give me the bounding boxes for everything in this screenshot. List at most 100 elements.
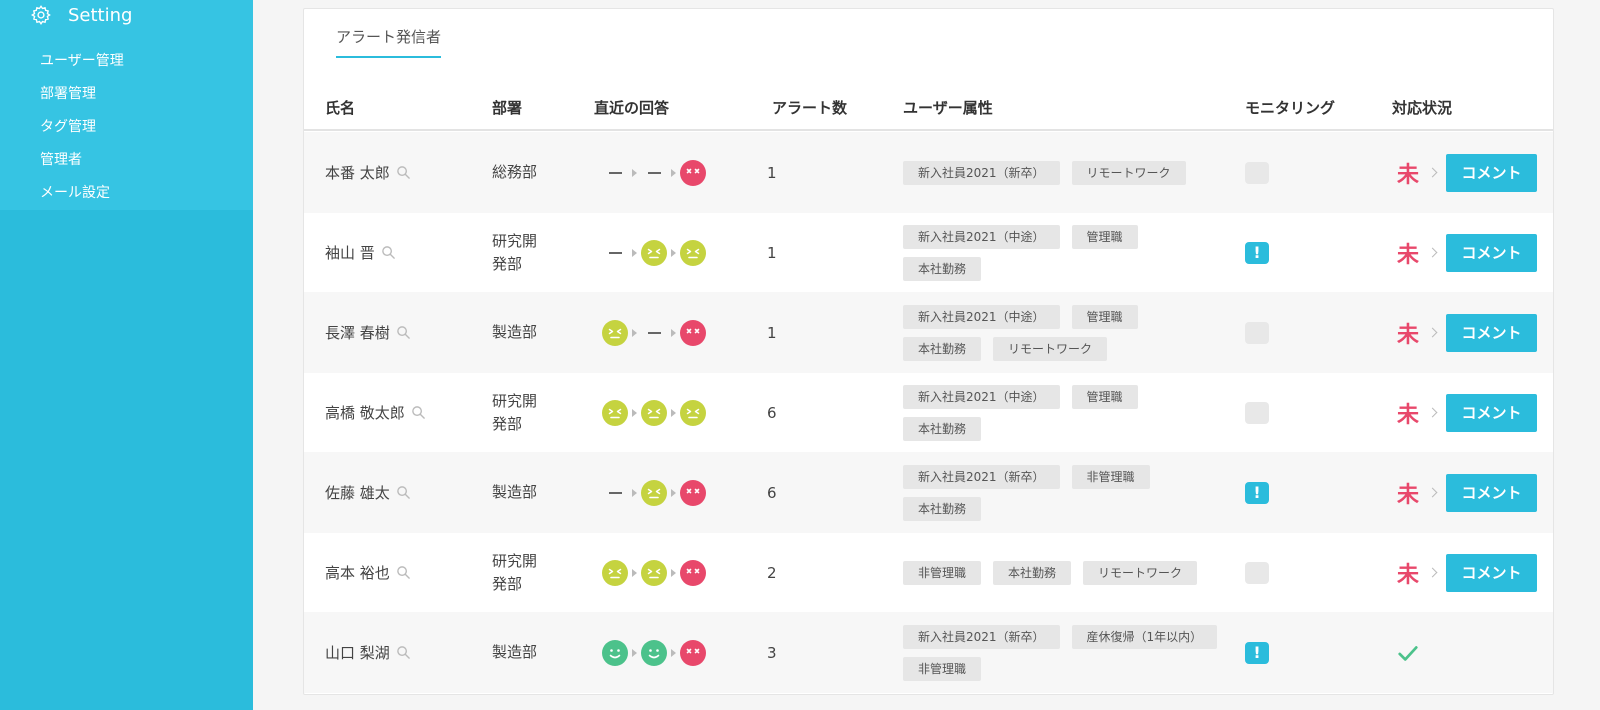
user-name[interactable]: 高本 裕也 (325, 562, 390, 583)
sidebar-item-departments[interactable]: 部署管理 (40, 82, 253, 115)
comment-button[interactable]: コメント (1446, 313, 1538, 352)
user-name[interactable]: 山口 梨湖 (325, 642, 390, 663)
table-row: 高本 裕也 研究開 発部 2 非管理職 本社勤務 リモートワーク 未コメント (304, 532, 1553, 613)
monitoring-checkbox[interactable] (1245, 321, 1269, 344)
name-cell: 長澤 春樹 (325, 292, 411, 373)
alert-count-cell: 3 (767, 612, 777, 693)
search-icon[interactable] (411, 405, 426, 420)
arrow-right-icon (671, 568, 676, 577)
user-name[interactable]: 佐藤 雄太 (325, 482, 390, 503)
chevron-right-icon (1427, 167, 1438, 178)
dept-cell: 製造部 (492, 612, 562, 693)
status-pending-mark: 未 (1397, 402, 1420, 428)
meh-face-icon (602, 399, 628, 426)
monitoring-checkbox[interactable] (1245, 561, 1269, 584)
search-icon[interactable] (381, 245, 396, 260)
monitoring-checkbox[interactable] (1245, 161, 1269, 184)
monitoring-checkbox[interactable] (1245, 401, 1269, 424)
status-cell: 未コメント (1397, 292, 1538, 373)
exclamation-icon[interactable]: ! (1245, 641, 1269, 664)
comment-button[interactable]: コメント (1446, 473, 1538, 512)
alert-count-cell: 1 (767, 132, 777, 213)
table-header: 氏名 部署 直近の回答 アラート数 ユーザー属性 モニタリング 対応状況 (304, 79, 1553, 131)
dept-cell: 製造部 (492, 292, 562, 373)
arrow-right-icon (671, 408, 676, 417)
arrow-right-icon (671, 168, 676, 177)
name-cell: 高橋 敬太郎 (325, 372, 426, 453)
sidebar-item-mail-settings[interactable]: メール設定 (40, 181, 253, 214)
user-attribute-tag: 新入社員2021（中途） (903, 384, 1060, 409)
sidebar-setting-header[interactable]: Setting (0, 0, 253, 30)
user-attribute-tag: 新入社員2021（中途） (903, 304, 1060, 329)
status-pending-mark: 未 (1397, 482, 1420, 508)
sidebar-item-tags[interactable]: タグ管理 (40, 115, 253, 148)
status-cell: 未コメント (1397, 372, 1538, 453)
comment-button[interactable]: コメント (1446, 153, 1538, 192)
sidebar-item-users[interactable]: ユーザー管理 (40, 49, 253, 82)
alert-count-cell: 1 (767, 292, 777, 373)
attributes-cell: 新入社員2021（中途） 管理職 本社勤務 (903, 372, 1223, 453)
search-icon[interactable] (396, 565, 411, 580)
user-attribute-tag: 本社勤務 (903, 496, 982, 521)
chevron-right-icon (1427, 327, 1438, 338)
monitoring-cell: ! (1245, 612, 1269, 693)
user-attribute-tag: 非管理職 (903, 656, 982, 681)
alert-count-cell: 1 (767, 212, 777, 293)
alert-count: 2 (767, 563, 777, 582)
user-attribute-tag: リモートワーク (1083, 560, 1198, 585)
user-attribute-tag: 本社勤務 (903, 256, 982, 281)
monitoring-cell (1245, 372, 1269, 453)
recent-answers (602, 612, 706, 693)
arrow-right-icon (671, 648, 676, 657)
column-header-dept: 部署 (492, 99, 523, 117)
exclamation-icon[interactable]: ! (1245, 481, 1269, 504)
search-icon[interactable] (396, 645, 411, 660)
arrow-right-icon (632, 488, 637, 497)
attributes-cell: 非管理職 本社勤務 リモートワーク (903, 532, 1223, 613)
department: 製造部 (492, 323, 538, 341)
arrow-right-icon (632, 568, 637, 577)
comment-button[interactable]: コメント (1446, 393, 1538, 432)
attributes-cell: 新入社員2021（中途） 管理職 本社勤務 リモートワーク (903, 292, 1223, 373)
comment-button[interactable]: コメント (1446, 233, 1538, 272)
status-cell (1397, 612, 1419, 693)
user-name[interactable]: 本番 太郎 (325, 162, 390, 183)
status-cell: 未コメント (1397, 532, 1538, 613)
monitoring-cell (1245, 292, 1269, 373)
user-attribute-tag: 非管理職 (1071, 464, 1150, 489)
exclamation-icon[interactable]: ! (1245, 241, 1269, 264)
name-cell: 袖山 晋 (325, 212, 396, 293)
name-cell: 高本 裕也 (325, 532, 411, 613)
bad-face-icon (680, 159, 706, 186)
alert-senders-card: アラート発信者 氏名 部署 直近の回答 アラート数 ユーザー属性 モニタリング … (303, 8, 1554, 695)
table-row: 長澤 春樹 製造部 1 新入社員2021（中途） 管理職 本社勤務 リモートワーク 未コメント (304, 292, 1553, 373)
arrow-right-icon (671, 248, 676, 257)
status-pending-mark: 未 (1397, 562, 1420, 588)
bad-face-icon (680, 479, 706, 506)
search-icon[interactable] (396, 485, 411, 500)
user-name[interactable]: 長澤 春樹 (325, 322, 390, 343)
table-row: 高橋 敬太郎 研究開 発部 6 新入社員2021（中途） 管理職 本社勤務 未コメント (304, 372, 1553, 453)
sidebar-setting-section: Setting ユーザー管理 部署管理 タグ管理 管理者 メール設定 (0, 0, 253, 210)
comment-button[interactable]: コメント (1446, 553, 1538, 592)
search-icon[interactable] (396, 165, 411, 180)
search-icon[interactable] (396, 325, 411, 340)
chevron-right-icon (1427, 567, 1438, 578)
column-header-alerts: アラート数 (772, 99, 848, 117)
department: 研究開 発部 (492, 391, 538, 433)
monitoring-cell: ! (1245, 452, 1269, 533)
user-name[interactable]: 袖山 晋 (325, 242, 375, 263)
alert-count: 1 (767, 163, 777, 182)
user-attribute-tag: 管理職 (1071, 224, 1138, 249)
meh-face-icon (641, 479, 667, 506)
user-attribute-tag: 本社勤務 (903, 416, 982, 441)
dept-cell: 研究開 発部 (492, 372, 562, 453)
alert-count: 3 (767, 643, 777, 662)
check-icon (1398, 645, 1418, 661)
tab-alert-senders[interactable]: アラート発信者 (336, 26, 442, 58)
user-attribute-tag: 新入社員2021（新卒） (903, 160, 1060, 185)
user-name[interactable]: 高橋 敬太郎 (325, 402, 405, 423)
recent-answers (602, 532, 706, 613)
status-cell: 未コメント (1397, 212, 1538, 293)
sidebar-item-admins[interactable]: 管理者 (40, 148, 253, 181)
